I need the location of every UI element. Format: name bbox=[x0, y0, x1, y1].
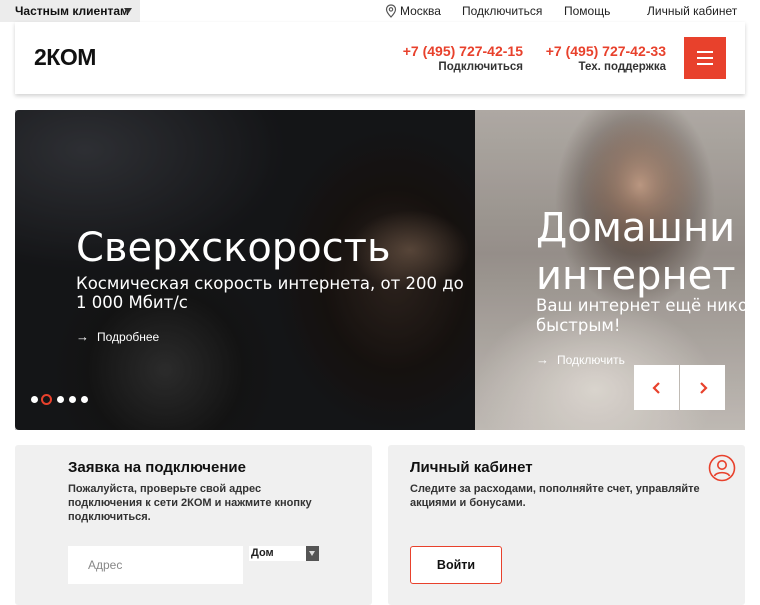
phone-support[interactable]: +7 (495) 727-42-33 bbox=[541, 43, 666, 59]
segment-selector[interactable]: Частным клиентам bbox=[0, 0, 140, 22]
account-card-text-line2: акциями и бонусами. bbox=[410, 497, 526, 509]
hamburger-icon bbox=[697, 51, 713, 53]
phone-connect[interactable]: +7 (495) 727-42-15 bbox=[401, 43, 523, 59]
city-link[interactable]: Москва bbox=[400, 0, 441, 22]
hamburger-icon-line bbox=[697, 63, 713, 65]
slider-next-button[interactable] bbox=[680, 365, 725, 410]
account-card-title: Личный кабинет bbox=[410, 459, 533, 476]
slider-prev-button[interactable] bbox=[634, 365, 679, 410]
slide-more-link[interactable]: → Подробнее bbox=[76, 329, 159, 344]
slide-subtitle-line1: Космическая скорость интернета, от 200 д… bbox=[76, 274, 464, 293]
slide-title-line1: Домашни bbox=[536, 205, 736, 251]
chevron-right-icon bbox=[699, 381, 708, 394]
account-card-text-line1: Следите за расходами, пополняйте счет, у… bbox=[410, 483, 700, 495]
location-pin-icon bbox=[385, 4, 397, 18]
hamburger-icon-line bbox=[697, 57, 713, 59]
login-button[interactable]: Войти bbox=[410, 546, 502, 584]
slide-connect-link[interactable]: → Подключить bbox=[536, 352, 625, 367]
slide-subtitle-line2: быстрым! bbox=[536, 316, 621, 335]
connect-card-title: Заявка на подключение bbox=[68, 459, 246, 476]
slide-superspeed: Сверхскорость Космическая скорость интер… bbox=[15, 110, 475, 430]
slider-dot[interactable] bbox=[69, 396, 76, 403]
chevron-down-icon bbox=[124, 8, 132, 14]
arrow-right-icon: → bbox=[536, 352, 549, 367]
arrow-right-icon: → bbox=[76, 329, 89, 344]
top-link-help[interactable]: Помощь bbox=[564, 0, 610, 22]
hero-slider: Сверхскорость Космическая скорость интер… bbox=[15, 110, 745, 430]
logo[interactable]: 2КОМ bbox=[34, 44, 96, 71]
site-header: 2КОМ +7 (495) 727-42-15 Подключиться +7 … bbox=[15, 22, 745, 94]
slide-title-line2: интернет bbox=[536, 253, 736, 299]
chevron-left-icon bbox=[651, 381, 660, 394]
user-icon[interactable] bbox=[708, 454, 736, 482]
slide-link-label: Подробнее bbox=[97, 330, 160, 344]
slide-subtitle-line2: 1 000 Мбит/с bbox=[76, 293, 188, 312]
phone-connect-caption: Подключиться bbox=[438, 61, 523, 73]
slider-dot-active[interactable] bbox=[41, 394, 52, 405]
top-link-connect[interactable]: Подключиться bbox=[462, 0, 542, 22]
slider-dot[interactable] bbox=[31, 396, 38, 403]
slider-dot[interactable] bbox=[81, 396, 88, 403]
slide-subtitle-line1: Ваш интернет ещё нико bbox=[536, 296, 745, 315]
segment-label: Частным клиентам bbox=[15, 4, 129, 18]
connect-card-text-line3: подключиться. bbox=[68, 511, 151, 523]
account-card: Личный кабинет Следите за расходами, поп… bbox=[388, 445, 745, 605]
connect-request-card: Заявка на подключение Пожалуйста, провер… bbox=[15, 445, 372, 605]
slide-title: Сверхскорость bbox=[76, 225, 391, 271]
house-select[interactable]: Дом bbox=[249, 546, 319, 561]
house-select-value: Дом bbox=[251, 547, 274, 559]
slider-dot[interactable] bbox=[57, 396, 64, 403]
dropdown-arrow-icon bbox=[306, 546, 319, 561]
menu-button[interactable] bbox=[684, 37, 726, 79]
connect-card-text-line2: подключения к сети 2КОМ и нажмите кнопку bbox=[68, 497, 312, 509]
address-input[interactable] bbox=[68, 546, 243, 584]
slide-link-label: Подключить bbox=[557, 353, 625, 367]
top-bar: Частным клиентам Москва Подключиться Пом… bbox=[0, 0, 760, 22]
phone-support-caption: Тех. поддержка bbox=[578, 61, 666, 73]
top-link-account[interactable]: Личный кабинет bbox=[647, 0, 737, 22]
connect-card-text-line1: Пожалуйста, проверьте свой адрес bbox=[68, 483, 262, 495]
